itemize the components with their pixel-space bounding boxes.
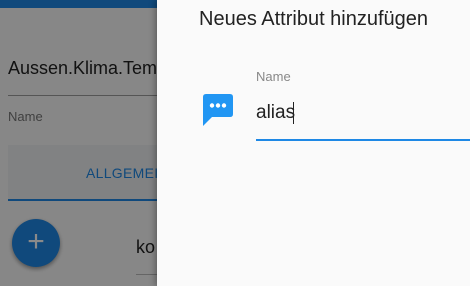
message-dots-icon <box>203 94 233 126</box>
name-input-underline <box>256 139 470 141</box>
add-attribute-dialog: Neues Attribut hinzufügen Name <box>157 0 470 286</box>
text-cursor <box>293 102 294 124</box>
name-input[interactable] <box>256 100 468 126</box>
dialog-title: Neues Attribut hinzufügen <box>199 8 429 30</box>
name-field-label: Name <box>256 69 291 84</box>
